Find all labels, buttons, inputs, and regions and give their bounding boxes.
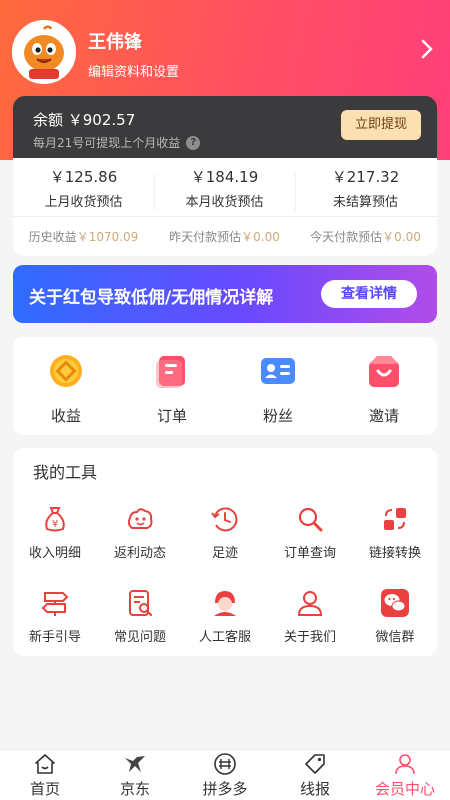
tool-about-us[interactable]: 关于我们 bbox=[268, 588, 352, 645]
balance-card: 余额 ￥902.57 每月21号可提现上个月收益 ? 立即提现 bbox=[13, 96, 437, 158]
username[interactable]: 王伟锋 bbox=[88, 28, 142, 54]
withdraw-note-text: 每月21号可提现上个月收益 bbox=[33, 136, 181, 150]
member-icon bbox=[395, 754, 415, 775]
tool-order-search[interactable]: 订单查询 bbox=[268, 504, 352, 561]
tools-title: 我的工具 bbox=[33, 463, 98, 482]
withdraw-note: 每月21号可提现上个月收益 ? bbox=[33, 134, 201, 151]
tab-label: 京东 bbox=[119, 780, 150, 798]
quick-label: 粉丝 bbox=[262, 407, 293, 425]
substat-label: 历史收益 bbox=[28, 230, 77, 244]
stat-label: 未结算预估 bbox=[332, 195, 398, 210]
cloud-face-icon bbox=[127, 508, 153, 529]
tool-label: 微信群 bbox=[375, 630, 415, 645]
tab-member-center[interactable]: 会员中心 bbox=[360, 752, 450, 799]
tool-wechat-group[interactable]: 微信群 bbox=[353, 588, 437, 645]
gift-bag-icon bbox=[369, 356, 399, 387]
tool-income-details[interactable]: ¥ 收入明细 bbox=[13, 504, 97, 561]
orange-mascot-avatar-icon bbox=[15, 23, 73, 81]
history-clock-icon bbox=[211, 507, 238, 532]
substat-label: 昨天付款预估 bbox=[169, 230, 242, 244]
substat-value: ￥1070.09 bbox=[76, 230, 139, 244]
withdraw-button[interactable]: 立即提现 bbox=[341, 110, 421, 140]
tool-label: 常见问题 bbox=[113, 630, 166, 645]
tool-label: 返利动态 bbox=[113, 546, 166, 561]
tool-customer-service[interactable]: 人工客服 bbox=[183, 588, 267, 645]
quick-label: 邀请 bbox=[368, 407, 399, 425]
bottom-tab-bar: 首页 京东 拼多多 线报 会员中心 bbox=[0, 749, 450, 800]
quick-item-fans[interactable]: 粉丝 bbox=[225, 351, 331, 426]
customer-service-icon bbox=[214, 591, 236, 616]
stat-label: 上月收货预估 bbox=[44, 195, 123, 210]
stat-value: ￥125.86 bbox=[49, 168, 118, 186]
tab-home[interactable]: 首页 bbox=[0, 752, 90, 799]
quick-item-earnings[interactable]: 收益 bbox=[13, 351, 119, 426]
stat-this-month[interactable]: ￥184.19 本月收货预估 bbox=[154, 166, 295, 210]
earnings-stats: ￥125.86 上月收货预估 ￥184.19 本月收货预估 ￥217.32 未结… bbox=[13, 158, 437, 256]
tool-link-convert[interactable]: 链接转换 bbox=[353, 504, 437, 561]
jd-dog-icon bbox=[125, 756, 145, 772]
order-icon bbox=[156, 356, 185, 388]
wechat-icon bbox=[381, 589, 409, 617]
substat-yesterday: 昨天付款预估￥0.00 bbox=[154, 228, 295, 245]
substat-label: 今天付款预估 bbox=[310, 230, 383, 244]
id-card-icon bbox=[261, 358, 295, 384]
stat-unsettled[interactable]: ￥217.32 未结算预估 bbox=[295, 166, 436, 210]
substat-today: 今天付款预估￥0.00 bbox=[295, 228, 436, 245]
tool-footprint[interactable]: 足迹 bbox=[183, 504, 267, 561]
tab-label: 首页 bbox=[29, 780, 60, 798]
divider bbox=[13, 216, 437, 217]
tag-icon bbox=[305, 754, 325, 774]
tool-label: 足迹 bbox=[211, 546, 238, 561]
substat-value: ￥0.00 bbox=[241, 230, 280, 244]
substat-value: ￥0.00 bbox=[382, 230, 421, 244]
my-tools-panel: 我的工具 ¥ 收入明细 返利动态 足迹 订单查询 链接转换 新手引导 常见问题 … bbox=[13, 448, 437, 656]
svg-text:¥: ¥ bbox=[52, 519, 58, 530]
balance-amount: 余额 ￥902.57 bbox=[33, 111, 136, 129]
tool-faq[interactable]: 常见问题 bbox=[98, 588, 182, 645]
tab-deals[interactable]: 线报 bbox=[270, 752, 360, 799]
substat-history: 历史收益￥1070.09 bbox=[13, 228, 154, 245]
tool-label: 新手引导 bbox=[28, 630, 81, 645]
quick-label: 收益 bbox=[50, 407, 81, 425]
chevron-right-icon[interactable] bbox=[420, 38, 434, 66]
tool-label: 订单查询 bbox=[283, 546, 336, 561]
tool-label: 人工客服 bbox=[198, 630, 251, 645]
tab-label: 会员中心 bbox=[374, 780, 435, 798]
tool-label: 链接转换 bbox=[368, 546, 421, 561]
coin-icon bbox=[50, 355, 82, 387]
stat-value: ￥217.32 bbox=[331, 168, 400, 186]
stat-label: 本月收货预估 bbox=[185, 195, 264, 210]
question-icon[interactable]: ? bbox=[186, 135, 201, 150]
tool-beginner-guide[interactable]: 新手引导 bbox=[13, 588, 97, 645]
tool-label: 关于我们 bbox=[283, 630, 336, 645]
quick-item-orders[interactable]: 订单 bbox=[119, 351, 225, 426]
quick-actions: 收益 订单 粉丝 邀请 bbox=[13, 337, 437, 435]
user-icon bbox=[297, 591, 323, 616]
signpost-icon bbox=[41, 592, 69, 616]
money-bag-icon: ¥ bbox=[45, 507, 65, 532]
tab-pdd[interactable]: 拼多多 bbox=[180, 752, 270, 799]
pdd-icon bbox=[214, 753, 236, 775]
document-search-icon bbox=[129, 590, 153, 617]
tab-jd[interactable]: 京东 bbox=[90, 752, 180, 799]
quick-label: 订单 bbox=[156, 407, 187, 425]
edit-profile-link[interactable]: 编辑资料和设置 bbox=[88, 61, 179, 80]
tab-label: 拼多多 bbox=[202, 780, 248, 798]
swap-icon bbox=[384, 508, 406, 530]
view-details-button[interactable]: 查看详情 bbox=[321, 280, 417, 308]
stat-last-month[interactable]: ￥125.86 上月收货预估 bbox=[13, 166, 154, 210]
tab-label: 线报 bbox=[299, 780, 330, 798]
tool-label: 收入明细 bbox=[28, 546, 81, 561]
avatar[interactable] bbox=[12, 20, 76, 84]
banner-text: 关于红包导致低佣/无佣情况详解 bbox=[29, 288, 274, 308]
search-icon bbox=[298, 507, 323, 532]
stat-value: ￥184.19 bbox=[190, 168, 259, 186]
promo-banner[interactable]: 关于红包导致低佣/无佣情况详解 查看详情 bbox=[13, 265, 437, 323]
home-icon bbox=[35, 754, 55, 774]
quick-item-invite[interactable]: 邀请 bbox=[331, 351, 437, 426]
tool-rebate-updates[interactable]: 返利动态 bbox=[98, 504, 182, 561]
